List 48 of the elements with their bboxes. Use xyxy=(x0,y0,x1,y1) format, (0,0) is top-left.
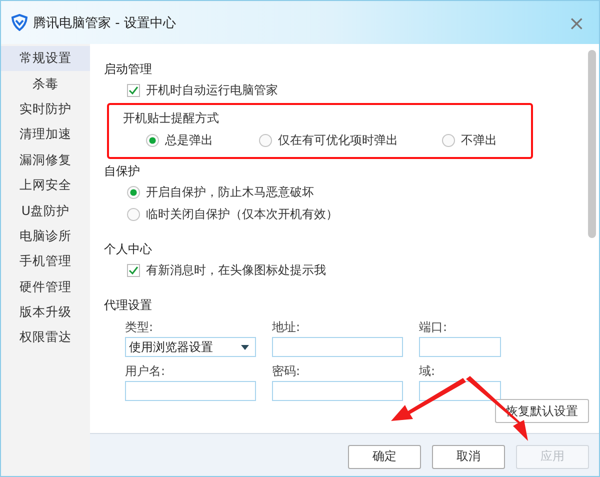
input-field[interactable] xyxy=(419,337,501,357)
radio-label: 总是弹出 xyxy=(165,132,213,148)
dropdown[interactable]: 使用浏览器设置 xyxy=(125,337,256,357)
group-title: 开机贴士提醒方式 xyxy=(123,110,220,127)
section-title: 代理设置 xyxy=(104,297,153,314)
sidebar-item[interactable]: 电脑诊所 xyxy=(1,224,90,250)
dialog-button[interactable]: 确定 xyxy=(348,444,421,468)
section-title: 个人中心 xyxy=(104,241,153,258)
sidebar-item[interactable]: 权限雷达 xyxy=(1,325,90,351)
radio-label: 开启自保护，防止木马恶意破坏 xyxy=(146,184,314,200)
radio-button[interactable] xyxy=(146,134,159,146)
radio-button[interactable] xyxy=(127,186,140,198)
window-title: 腾讯电脑管家 - 设置中心 xyxy=(33,14,177,32)
field-label: 地址: xyxy=(272,319,302,336)
shield-logo-icon xyxy=(11,14,28,31)
sidebar-item[interactable]: 杀毒 xyxy=(1,71,90,97)
sidebar-item[interactable]: 漏洞修复 xyxy=(1,148,90,173)
radio-label: 仅在有可优化项时弹出 xyxy=(278,132,398,148)
sidebar-item[interactable]: 版本升级 xyxy=(1,300,90,326)
field-label: 密码: xyxy=(272,363,302,380)
sidebar-item[interactable]: U盘防护 xyxy=(1,198,90,224)
caret-icon xyxy=(241,344,249,350)
sidebar-item[interactable]: 清理加速 xyxy=(1,122,90,148)
input-field[interactable] xyxy=(125,381,256,401)
radio-button[interactable] xyxy=(127,208,140,220)
dialog-button[interactable]: 取消 xyxy=(432,444,505,468)
input-field[interactable] xyxy=(272,337,403,357)
checkbox[interactable] xyxy=(127,264,140,276)
input-field[interactable] xyxy=(272,381,403,401)
checkbox-label: 开机时自动运行电脑管家 xyxy=(146,82,278,98)
section-title: 自保护 xyxy=(104,163,141,180)
sidebar-item[interactable]: 实时防护 xyxy=(1,96,90,122)
field-label: 端口: xyxy=(419,319,448,336)
section-title: 启动管理 xyxy=(104,61,153,78)
radio-label: 不弹出 xyxy=(461,132,497,148)
field-label: 用户名: xyxy=(125,363,166,380)
checkbox-label: 有新消息时，在头像图标处提示我 xyxy=(146,262,326,278)
radio-button[interactable] xyxy=(442,134,455,146)
radio-label: 临时关闭自保护（仅本次开机有效） xyxy=(146,206,338,222)
field-label: 域: xyxy=(419,363,436,380)
sidebar-item[interactable]: 硬件管理 xyxy=(1,274,90,300)
sidebar-item[interactable]: 手机管理 xyxy=(1,249,90,275)
radio-button[interactable] xyxy=(259,134,272,146)
checkbox[interactable] xyxy=(127,84,140,96)
scrollbar-thumb[interactable] xyxy=(588,50,596,238)
field-label: 类型: xyxy=(125,319,154,336)
sidebar-item[interactable]: 上网安全 xyxy=(1,172,90,198)
sidebar-item[interactable]: 常规设置 xyxy=(1,46,90,72)
